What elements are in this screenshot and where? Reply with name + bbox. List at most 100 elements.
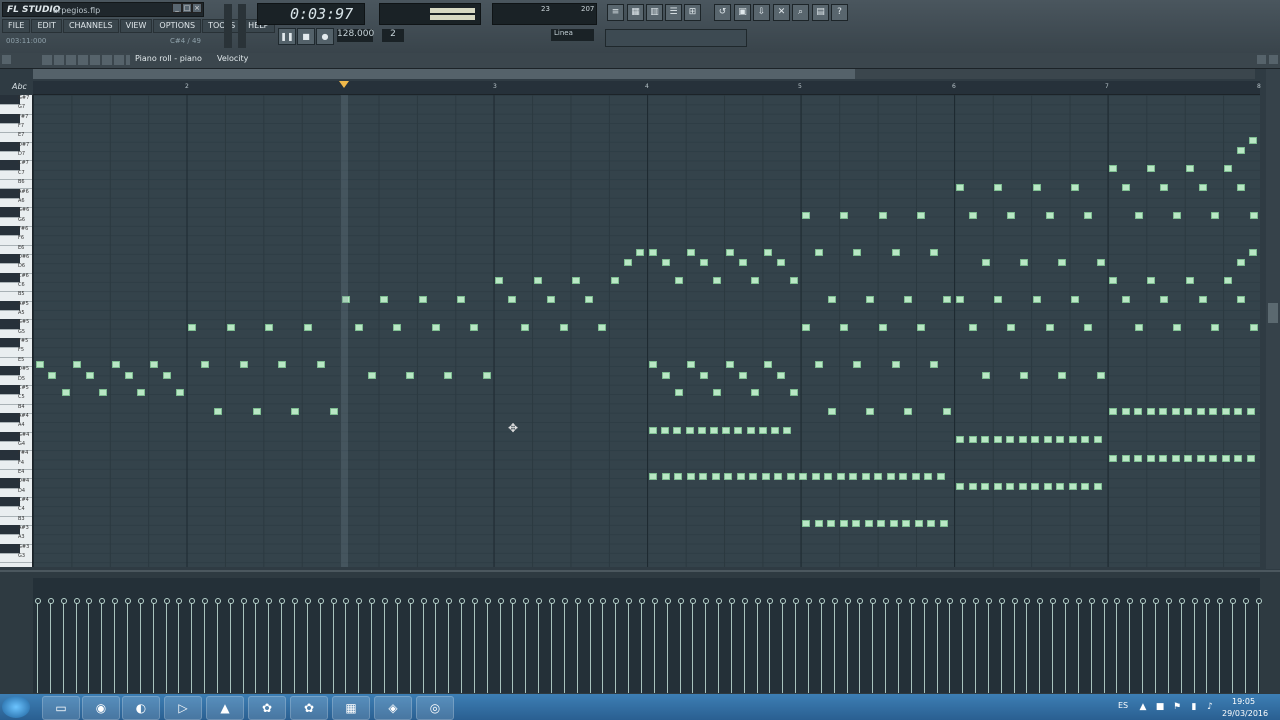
midi-note[interactable]: [968, 483, 977, 490]
midi-note[interactable]: [1185, 165, 1194, 172]
midi-note[interactable]: [1146, 455, 1155, 462]
midi-note[interactable]: [786, 473, 795, 480]
fl-studio-icon[interactable]: ✿: [248, 696, 286, 720]
velocity-bar[interactable]: [1129, 602, 1131, 693]
record-button[interactable]: ●: [316, 28, 334, 45]
midi-note[interactable]: [240, 361, 248, 368]
midi-note[interactable]: [368, 372, 376, 379]
velocity-bar[interactable]: [152, 602, 154, 693]
velocity-handle[interactable]: [921, 598, 928, 604]
stop-button[interactable]: ■: [297, 28, 315, 45]
velocity-handle[interactable]: [73, 598, 80, 604]
velocity-bar[interactable]: [602, 602, 604, 693]
velocity-bar[interactable]: [1193, 602, 1195, 693]
velocity-bar[interactable]: [49, 602, 51, 693]
midi-note[interactable]: [1221, 455, 1230, 462]
midi-note[interactable]: [188, 324, 196, 331]
midi-note[interactable]: [1056, 483, 1064, 490]
midi-note[interactable]: [1031, 483, 1039, 490]
midi-note[interactable]: [1084, 212, 1092, 219]
master-pitch-slider[interactable]: [238, 4, 246, 48]
velocity-handle[interactable]: [150, 598, 157, 604]
midi-note[interactable]: [889, 520, 898, 527]
midi-note[interactable]: [508, 296, 516, 303]
velocity-handle[interactable]: [574, 598, 581, 604]
velocity-bar[interactable]: [1219, 602, 1221, 693]
velocity-handle[interactable]: [1191, 598, 1198, 604]
midi-note[interactable]: [725, 249, 734, 256]
velocity-bar[interactable]: [345, 602, 347, 693]
midi-note[interactable]: [1134, 408, 1142, 415]
midi-note[interactable]: [930, 249, 938, 256]
velocity-bar[interactable]: [936, 602, 938, 693]
velocity-handle[interactable]: [587, 598, 594, 604]
midi-note[interactable]: [802, 212, 810, 219]
velocity-bar[interactable]: [730, 602, 732, 693]
velocity-bar[interactable]: [101, 602, 103, 693]
midi-note[interactable]: [1234, 408, 1242, 415]
midi-note[interactable]: [711, 473, 720, 480]
midi-note[interactable]: [994, 184, 1003, 191]
midi-note[interactable]: [1068, 483, 1077, 490]
midi-note[interactable]: [1234, 455, 1242, 462]
midi-note[interactable]: [811, 473, 820, 480]
velocity-bar[interactable]: [820, 602, 822, 693]
velocity-bar[interactable]: [589, 602, 591, 693]
midi-note[interactable]: [994, 296, 1003, 303]
midi-note[interactable]: [1237, 147, 1245, 154]
velocity-bar[interactable]: [1090, 602, 1092, 693]
midi-note[interactable]: [1173, 212, 1181, 219]
midi-note[interactable]: [802, 324, 810, 331]
midi-note[interactable]: [981, 436, 989, 443]
velocity-handle[interactable]: [227, 598, 234, 604]
midi-note[interactable]: [572, 277, 580, 284]
midi-note[interactable]: [749, 473, 757, 480]
velocity-handle[interactable]: [664, 598, 671, 604]
search-icon[interactable]: ⌕: [792, 4, 809, 21]
playhead-marker[interactable]: [339, 81, 349, 88]
midi-note[interactable]: [942, 296, 951, 303]
midi-note[interactable]: [789, 389, 798, 396]
midi-note[interactable]: [1093, 483, 1102, 490]
midi-note[interactable]: [904, 296, 913, 303]
midi-note[interactable]: [1020, 372, 1028, 379]
midi-note[interactable]: [112, 361, 120, 368]
midi-note[interactable]: [1171, 455, 1180, 462]
velocity-handle[interactable]: [407, 598, 414, 604]
midi-note[interactable]: [866, 296, 874, 303]
velocity-handle[interactable]: [1024, 598, 1031, 604]
midi-note[interactable]: [836, 473, 845, 480]
midi-note[interactable]: [713, 389, 721, 396]
velocity-bar[interactable]: [653, 602, 655, 693]
velocity-handle[interactable]: [356, 598, 363, 604]
midi-note[interactable]: [1018, 483, 1027, 490]
velocity-bar[interactable]: [281, 602, 283, 693]
velocity-handle[interactable]: [600, 598, 607, 604]
midi-note[interactable]: [1160, 184, 1169, 191]
piano-keyboard[interactable]: G#7 G7 F#7 F7 E7 D#7 D7 C#7 C7 B6 A#6 A6 G#6 G6 F#6 F6 E…: [0, 95, 33, 567]
midi-note[interactable]: [917, 212, 926, 219]
pattern-number[interactable]: 2: [382, 29, 404, 42]
velocity-bar[interactable]: [563, 602, 565, 693]
velocity-bar[interactable]: [692, 602, 694, 693]
velocity-handle[interactable]: [1165, 598, 1172, 604]
velocity-handle[interactable]: [934, 598, 941, 604]
midi-note[interactable]: [877, 520, 885, 527]
ccleaner-icon[interactable]: ◐: [122, 696, 160, 720]
midi-note[interactable]: [1134, 212, 1143, 219]
midi-note[interactable]: [874, 473, 882, 480]
velocity-handle[interactable]: [112, 598, 119, 604]
velocity-handle[interactable]: [381, 598, 388, 604]
velocity-bar[interactable]: [1257, 602, 1259, 693]
velocity-bar[interactable]: [448, 602, 450, 693]
velocity-bar[interactable]: [229, 602, 231, 693]
velocity-bar[interactable]: [191, 602, 193, 693]
velocity-handle[interactable]: [1127, 598, 1134, 604]
velocity-bar[interactable]: [204, 602, 206, 693]
midi-note[interactable]: [853, 249, 862, 256]
velocity-handle[interactable]: [292, 598, 298, 604]
midi-note[interactable]: [201, 361, 209, 368]
midi-note[interactable]: [636, 249, 644, 256]
midi-note[interactable]: [911, 473, 920, 480]
velocity-handle[interactable]: [895, 598, 902, 604]
